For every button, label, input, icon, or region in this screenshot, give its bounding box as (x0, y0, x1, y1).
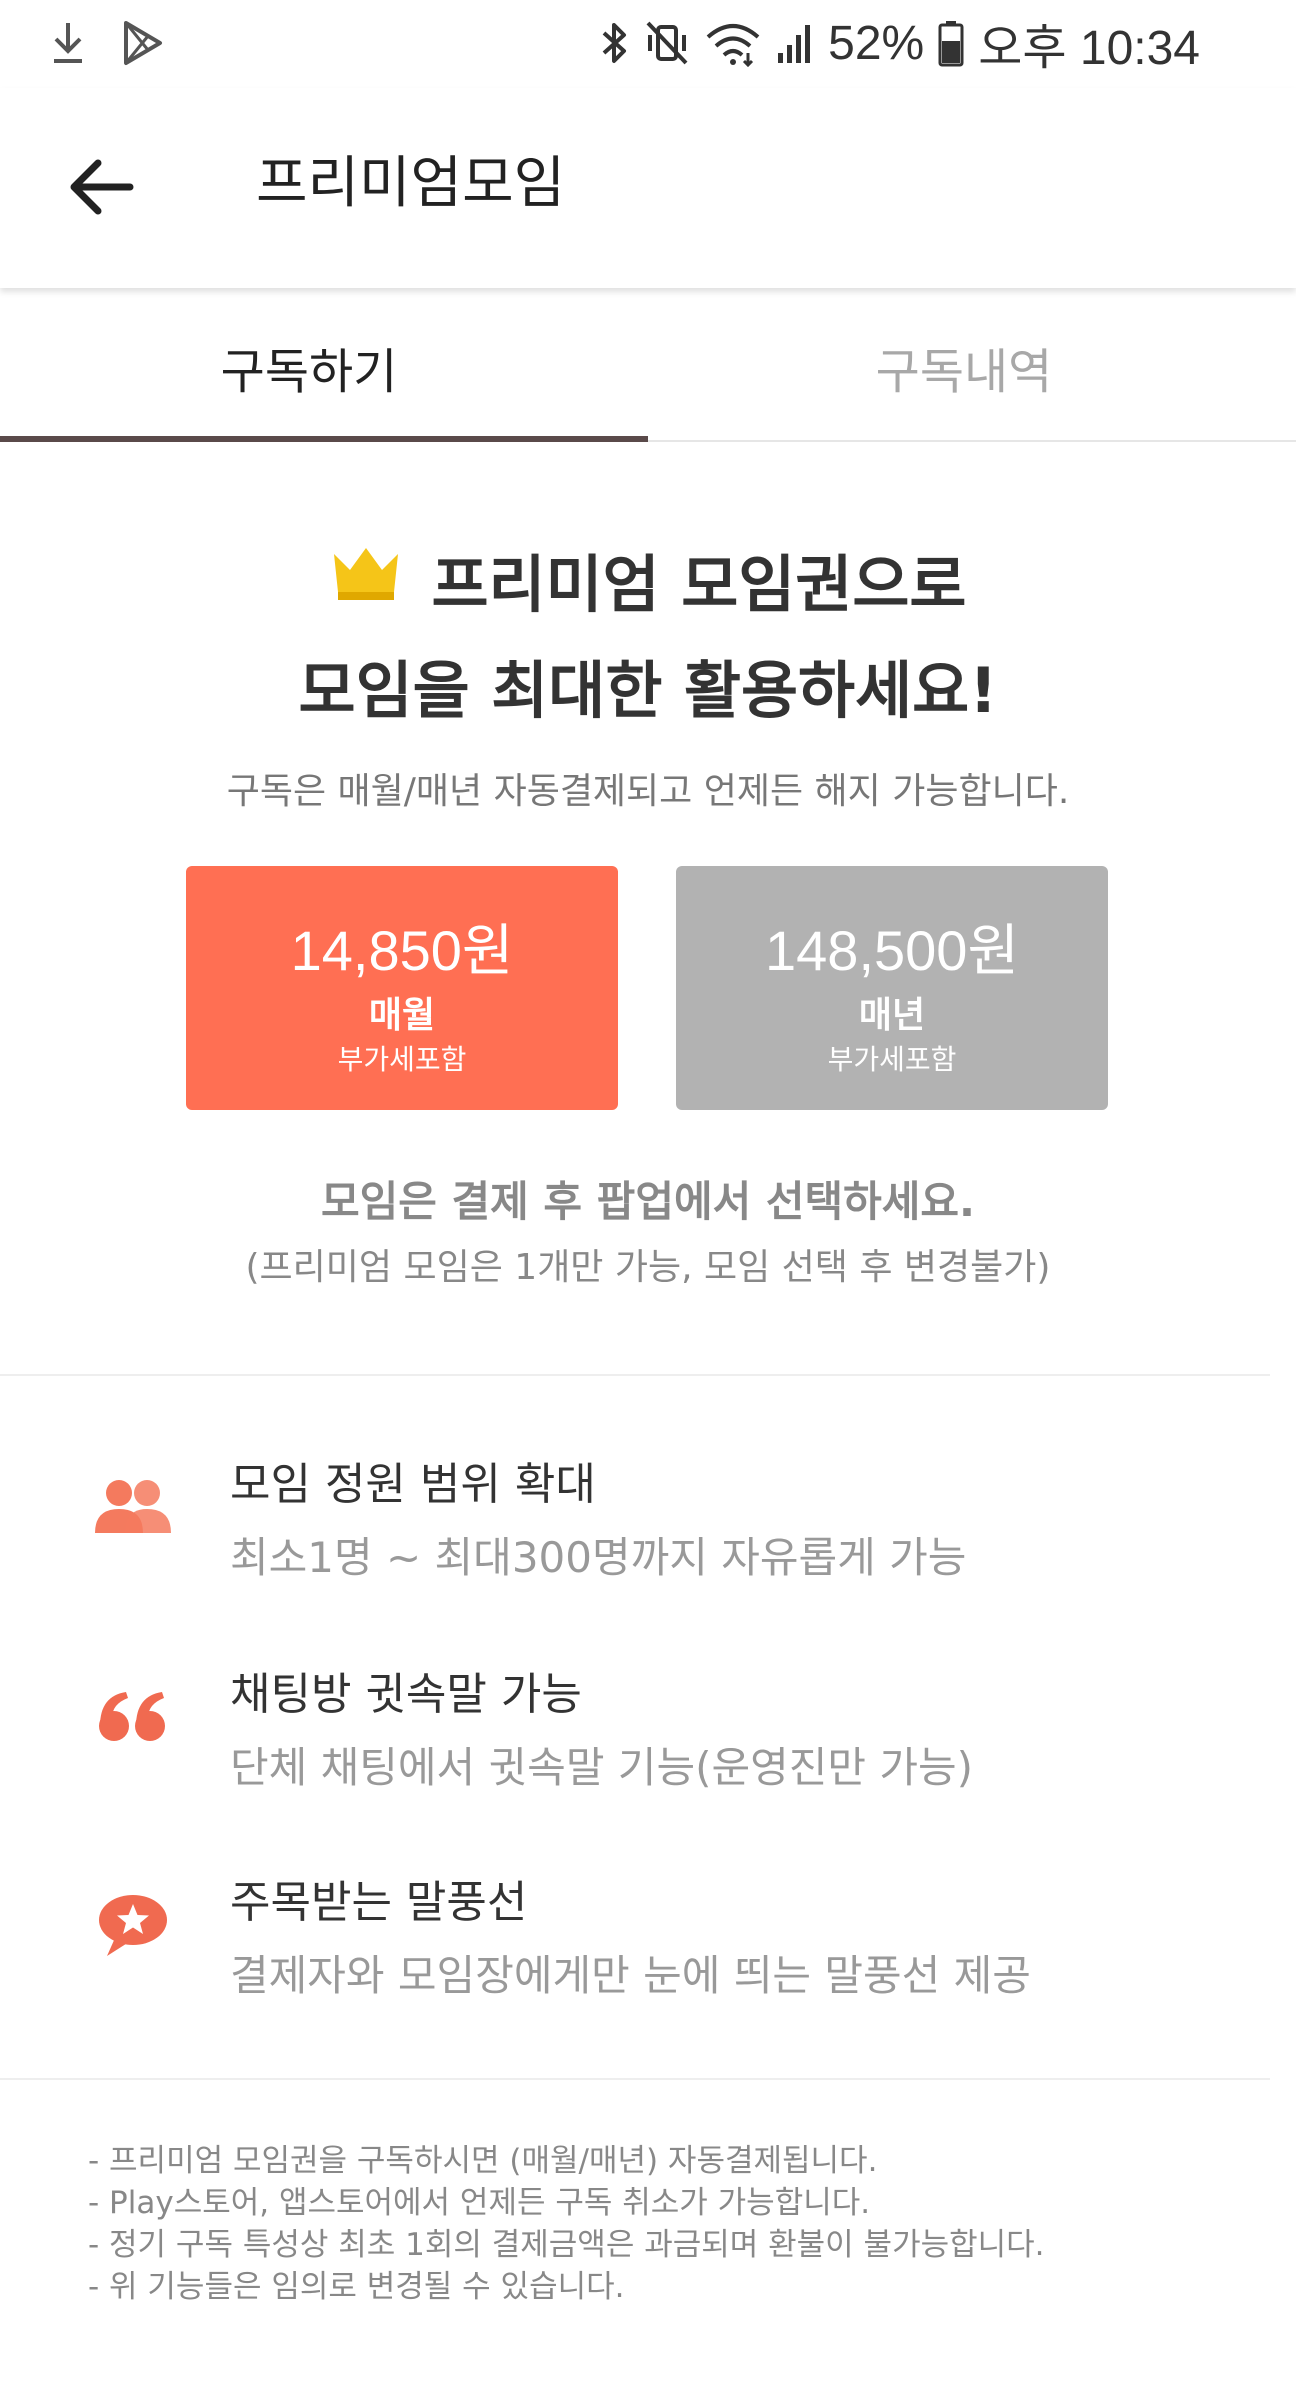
tab-subscription-history[interactable]: 구독내역 (648, 292, 1296, 442)
feature-item-capacity: 모임 정원 범위 확대 최소1명 ~ 최대300명까지 자유롭게 가능 (0, 1424, 1296, 1604)
download-icon (48, 19, 88, 71)
terms-list: - 프리미엄 모임권을 구독하시면 (매월/매년) 자동결제됩니다. - Pla… (88, 2140, 1045, 2308)
feature-description: 단체 채팅에서 귓속말 기능(운영진만 가능) (230, 1743, 974, 1792)
feature-description: 결제자와 모임장에게만 눈에 띄는 말풍선 제공 (230, 1951, 1031, 2000)
hero-section: 프리미엄 모임권으로 모임을 최대한 활용하세요! 구독은 매월/매년 자동결제… (0, 444, 1296, 1374)
battery-percent: 52% (828, 16, 925, 70)
feature-item-whisper: 채팅방 귓속말 가능 단체 채팅에서 귓속말 기능(운영진만 가능) (0, 1634, 1296, 1814)
hero-headline-1: 프리미엄 모임권으로 (0, 534, 1296, 624)
status-bar: 52% 오후 10:34 (0, 0, 1296, 88)
people-icon (88, 1462, 178, 1552)
plan-monthly-period: 매월 (368, 995, 436, 1036)
vibrate-icon (644, 19, 690, 67)
selection-notice: 모임은 결제 후 팝업에서 선택하세요. (320, 1177, 976, 1226)
plan-yearly-button[interactable]: 148,500원 매년 부가세포함 (676, 866, 1108, 1110)
bluetooth-icon (600, 19, 630, 67)
plan-yearly-price: 148,500원 (765, 919, 1019, 982)
clock: 오후 10:34 (978, 22, 1200, 75)
status-bar-right: 52% 오후 10:34 (600, 10, 1200, 76)
tab-indicator (0, 436, 648, 442)
terms-notes: - 프리미엄 모임권을 구독하시면 (매월/매년) 자동결제됩니다. - Pla… (0, 2080, 1296, 2400)
battery-icon (938, 19, 964, 67)
feature-title: 채팅방 귓속말 가능 (230, 1669, 582, 1720)
plan-monthly-button[interactable]: 14,850원 매월 부가세포함 (186, 866, 618, 1110)
terms-item: - 프리미엄 모임권을 구독하시면 (매월/매년) 자동결제됩니다. (88, 2143, 878, 2179)
back-button[interactable] (56, 144, 146, 234)
plan-yearly-period: 매년 (858, 995, 926, 1036)
plan-monthly-vat: 부가세포함 (337, 1043, 467, 1076)
plan-monthly-price: 14,850원 (290, 919, 514, 982)
arrow-left-icon (68, 157, 134, 221)
signal-icon (776, 19, 814, 67)
selection-notice-detail: (프리미엄 모임은 1개만 가능, 모임 선택 후 변경불가) (245, 1247, 1051, 1288)
terms-item: - 위 기능들은 임의로 변경될 수 있습니다. (88, 2269, 625, 2305)
tab-subscribe[interactable]: 구독하기 (0, 292, 648, 442)
terms-item: - 정기 구독 특성상 최초 1회의 결제금액은 과금되며 환불이 불가능합니다… (88, 2227, 1045, 2263)
plan-yearly-vat: 부가세포함 (827, 1043, 957, 1076)
feature-title: 모임 정원 범위 확대 (230, 1459, 596, 1510)
hero-headline-2: 모임을 최대한 활용하세요! (298, 654, 998, 727)
tab-bar: 구독하기 구독내역 (0, 292, 1296, 442)
feature-title: 주목받는 말풍선 (230, 1877, 528, 1928)
feature-item-bubble: 주목받는 말풍선 결제자와 모임장에게만 눈에 띄는 말풍선 제공 (0, 1842, 1296, 2022)
status-bar-left (48, 18, 164, 72)
terms-item: - Play스토어, 앱스토어에서 언제든 구독 취소가 가능합니다. (88, 2185, 871, 2221)
page-title: 프리미엄모임 (256, 151, 566, 216)
crown-icon (330, 542, 402, 617)
wifi-icon (704, 19, 762, 67)
star-bubble-icon (88, 1880, 178, 1970)
app-bar: 프리미엄모임 (0, 88, 1296, 288)
feature-description: 최소1명 ~ 최대300명까지 자유롭게 가능 (230, 1533, 967, 1582)
quote-icon (88, 1672, 178, 1762)
feature-list: 모임 정원 범위 확대 최소1명 ~ 최대300명까지 자유롭게 가능 채팅방 … (0, 1376, 1296, 2076)
hero-subtitle: 구독은 매월/매년 자동결제되고 언제든 해지 가능합니다. (226, 771, 1070, 812)
play-store-icon (122, 20, 164, 70)
hero-headline-1-text: 프리미엄 모임권으로 (431, 548, 967, 621)
